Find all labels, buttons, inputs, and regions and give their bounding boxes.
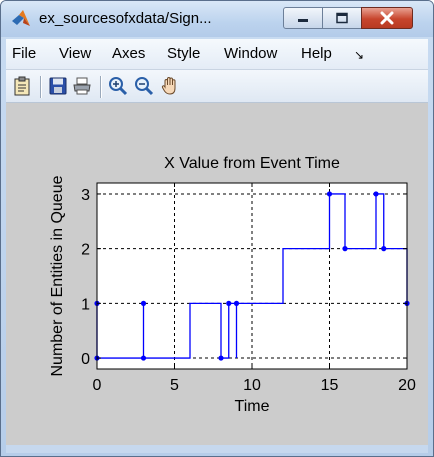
y-tick-label: 1	[81, 296, 90, 313]
data-point-marker	[140, 355, 147, 361]
menu-axes[interactable]: Axes	[112, 45, 145, 62]
matlab-logo-icon	[12, 10, 30, 26]
x-tick-label: 10	[243, 377, 261, 394]
close-icon	[380, 11, 394, 25]
data-point-marker	[326, 191, 333, 197]
data-point-marker	[373, 191, 379, 197]
window-bottom-border	[6, 445, 428, 453]
data-point-marker	[140, 300, 147, 306]
maximize-icon	[336, 12, 348, 24]
toolbar-separator	[40, 76, 42, 98]
y-axis-label: Number of Entities in Queue	[49, 175, 66, 376]
window-title: ex_sourcesofxdata/Sign...	[39, 10, 212, 27]
y-tick-label: 2	[81, 242, 90, 259]
minimize-button[interactable]	[283, 7, 323, 29]
figure-window: ex_sourcesofxdata/Sign... File View Axes…	[0, 0, 434, 457]
menu-view[interactable]: View	[59, 45, 91, 62]
data-point-marker	[342, 246, 348, 252]
close-button[interactable]	[361, 7, 413, 29]
x-tick-label: 0	[93, 377, 102, 394]
zoom-out-icon[interactable]	[134, 76, 154, 96]
title-bar[interactable]: ex_sourcesofxdata/Sign...	[1, 1, 433, 37]
toolbar	[6, 70, 428, 103]
y-tick-label: 0	[81, 351, 90, 368]
plot-canvas: 0 5 10 15 20 0 1 2 3 X Value from Event Time Tim…	[49, 155, 416, 415]
pan-hand-icon[interactable]	[160, 76, 180, 96]
x-tick-label: 5	[170, 377, 179, 394]
menu-window[interactable]: Window	[224, 45, 277, 62]
menu-style[interactable]: Style	[167, 45, 200, 62]
toolbar-separator	[100, 76, 102, 98]
minimize-icon	[298, 19, 308, 22]
menu-overflow-icon[interactable]: ↘	[354, 48, 364, 62]
zoom-in-icon[interactable]	[108, 76, 128, 96]
maximize-button[interactable]	[322, 7, 362, 29]
data-point-marker	[381, 246, 387, 252]
x-axis-label: Time	[235, 398, 270, 415]
x-tick-label: 20	[398, 377, 416, 394]
x-tick-label: 15	[321, 377, 339, 394]
menu-file[interactable]: File	[12, 45, 36, 62]
data-point-marker	[226, 300, 232, 306]
save-icon[interactable]	[48, 76, 68, 96]
menu-bar: File View Axes Style Window Help ↘	[6, 39, 428, 70]
clipboard-icon[interactable]	[12, 76, 32, 96]
menu-help[interactable]: Help	[301, 45, 332, 62]
y-tick-label: 3	[81, 187, 90, 204]
print-icon[interactable]	[72, 76, 92, 96]
figure-area: 0 5 10 15 20 0 1 2 3 X Value from Event Time Tim…	[6, 103, 428, 445]
chart-title: X Value from Event Time	[164, 155, 340, 172]
data-point-marker	[218, 355, 224, 361]
data-point-marker	[233, 300, 240, 306]
